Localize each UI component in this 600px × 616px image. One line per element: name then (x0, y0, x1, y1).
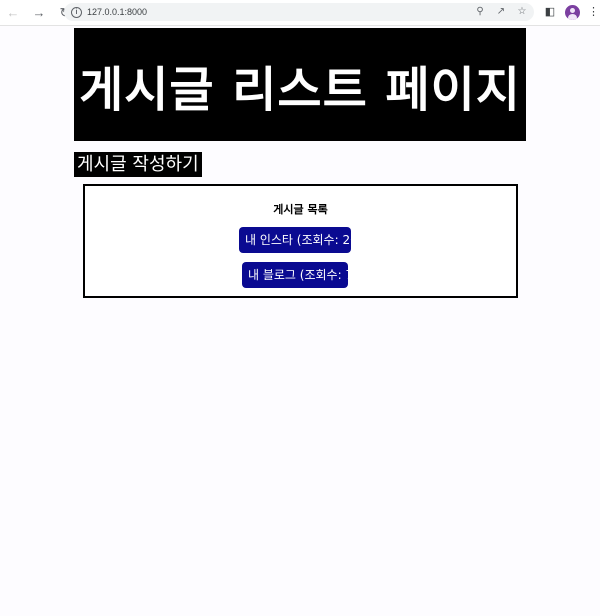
share-icon[interactable]: ↗ (495, 5, 507, 19)
star-icon[interactable]: ☆ (516, 5, 528, 19)
write-post-link[interactable]: 게시글 작성하기 (74, 152, 202, 177)
info-icon[interactable]: i (71, 6, 82, 18)
post-list-panel: 게시글 목록 내 인스타 (조회수: 20) 내 블로그 (조회수: 7) (83, 184, 518, 298)
avatar[interactable] (565, 4, 580, 20)
post-list-title: 게시글 목록 (273, 203, 328, 216)
zoom-icon[interactable]: ⚲ (474, 5, 486, 19)
page-title: 게시글 리스트 페이지 (74, 28, 526, 141)
address-bar[interactable]: i 127.0.0.1:8000 ⚲ ↗ ☆ (64, 3, 534, 21)
post-button-blog[interactable]: 내 블로그 (조회수: 7) (242, 262, 358, 288)
side-panel-icon[interactable]: ◧ (543, 4, 557, 20)
url-text[interactable]: 127.0.0.1:8000 (87, 7, 147, 17)
post-button-instagram[interactable]: 내 인스타 (조회수: 20) (239, 227, 362, 253)
forward-arrow-icon[interactable]: → (32, 5, 46, 20)
kebab-menu-icon[interactable]: ⋮ (588, 4, 599, 20)
back-arrow-icon[interactable]: ← (6, 5, 20, 20)
browser-toolbar: ← → ↻ i 127.0.0.1:8000 ⚲ ↗ ☆ ◧ ⋮ (0, 0, 600, 26)
